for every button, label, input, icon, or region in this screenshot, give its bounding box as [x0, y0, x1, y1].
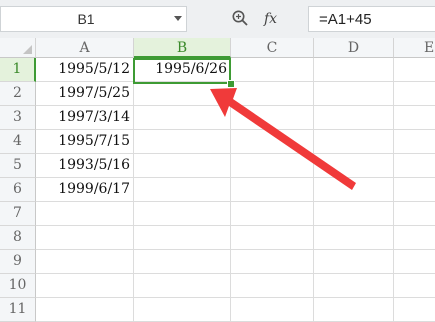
cell-a5[interactable]: 1993/5/16 — [36, 154, 134, 178]
column-header-e[interactable]: E — [394, 38, 435, 58]
row-header-5[interactable]: 5 — [0, 154, 36, 178]
row-header-1[interactable]: 1 — [0, 58, 36, 82]
cell-c2[interactable] — [231, 82, 314, 106]
cell-a8[interactable] — [36, 226, 134, 250]
cell-b4[interactable] — [134, 130, 231, 154]
formula-bar: B1 fx =A1+45 — [0, 0, 435, 39]
cell-d6[interactable] — [314, 178, 394, 202]
cell-c1[interactable] — [231, 58, 314, 82]
row-header-10[interactable]: 10 — [0, 274, 36, 298]
cell-a1[interactable]: 1995/5/12 — [36, 58, 134, 82]
cell-c8[interactable] — [231, 226, 314, 250]
row-header-8[interactable]: 8 — [0, 226, 36, 250]
row-header-4[interactable]: 4 — [0, 130, 36, 154]
name-box-value: B1 — [77, 11, 95, 27]
cell-a7[interactable] — [36, 202, 134, 226]
row-header-3[interactable]: 3 — [0, 106, 36, 130]
fx-icon[interactable]: fx — [264, 9, 286, 29]
cell-d3[interactable] — [314, 106, 394, 130]
cell-c11[interactable] — [231, 298, 314, 322]
cell-b10[interactable] — [134, 274, 231, 298]
cell-b5[interactable] — [134, 154, 231, 178]
cell-c6[interactable] — [231, 178, 314, 202]
cell-c5[interactable] — [231, 154, 314, 178]
cell-b6[interactable] — [134, 178, 231, 202]
magnifier-icon[interactable] — [231, 9, 249, 27]
cell-b8[interactable] — [134, 226, 231, 250]
cell-a3[interactable]: 1997/3/14 — [36, 106, 134, 130]
cell-e6[interactable] — [394, 178, 435, 202]
cell-e3[interactable] — [394, 106, 435, 130]
fill-handle[interactable] — [227, 80, 235, 88]
cell-e8[interactable] — [394, 226, 435, 250]
cell-d4[interactable] — [314, 130, 394, 154]
cell-c10[interactable] — [231, 274, 314, 298]
active-cell-outline — [133, 58, 231, 84]
cell-d2[interactable] — [314, 82, 394, 106]
column-header-b[interactable]: B — [134, 38, 231, 58]
cell-e2[interactable] — [394, 82, 435, 106]
cell-e10[interactable] — [394, 274, 435, 298]
cell-e4[interactable] — [394, 130, 435, 154]
cell-c4[interactable] — [231, 130, 314, 154]
cell-e5[interactable] — [394, 154, 435, 178]
cell-a6[interactable]: 1999/6/17 — [36, 178, 134, 202]
cell-e11[interactable] — [394, 298, 435, 322]
cell-d10[interactable] — [314, 274, 394, 298]
column-header-a[interactable]: A — [36, 38, 134, 58]
cell-d7[interactable] — [314, 202, 394, 226]
cell-d8[interactable] — [314, 226, 394, 250]
cell-b2[interactable] — [134, 82, 231, 106]
cell-c7[interactable] — [231, 202, 314, 226]
cell-c3[interactable] — [231, 106, 314, 130]
cell-e9[interactable] — [394, 250, 435, 274]
select-all-triangle-icon — [23, 45, 32, 54]
column-header-c[interactable]: C — [231, 38, 314, 58]
cell-b7[interactable] — [134, 202, 231, 226]
cell-a2[interactable]: 1997/5/25 — [36, 82, 134, 106]
chevron-down-icon[interactable] — [174, 16, 182, 21]
cell-d5[interactable] — [314, 154, 394, 178]
cell-a11[interactable] — [36, 298, 134, 322]
row-header-9[interactable]: 9 — [0, 250, 36, 274]
cell-d1[interactable] — [314, 58, 394, 82]
column-header-d[interactable]: D — [314, 38, 394, 58]
cell-c9[interactable] — [231, 250, 314, 274]
cell-a4[interactable]: 1995/7/15 — [36, 130, 134, 154]
row-header-11[interactable]: 11 — [0, 298, 36, 322]
cell-e7[interactable] — [394, 202, 435, 226]
formula-input[interactable]: =A1+45 — [308, 6, 435, 32]
cell-d11[interactable] — [314, 298, 394, 322]
cell-d9[interactable] — [314, 250, 394, 274]
cell-e1[interactable] — [394, 58, 435, 82]
cell-b9[interactable] — [134, 250, 231, 274]
cell-a10[interactable] — [36, 274, 134, 298]
select-all-corner[interactable] — [0, 38, 36, 58]
row-header-2[interactable]: 2 — [0, 82, 36, 106]
cell-b3[interactable] — [134, 106, 231, 130]
cell-a9[interactable] — [36, 250, 134, 274]
row-header-7[interactable]: 7 — [0, 202, 36, 226]
row-header-6[interactable]: 6 — [0, 178, 36, 202]
formula-text: =A1+45 — [319, 11, 372, 28]
name-box[interactable]: B1 — [0, 6, 187, 32]
cell-b11[interactable] — [134, 298, 231, 322]
